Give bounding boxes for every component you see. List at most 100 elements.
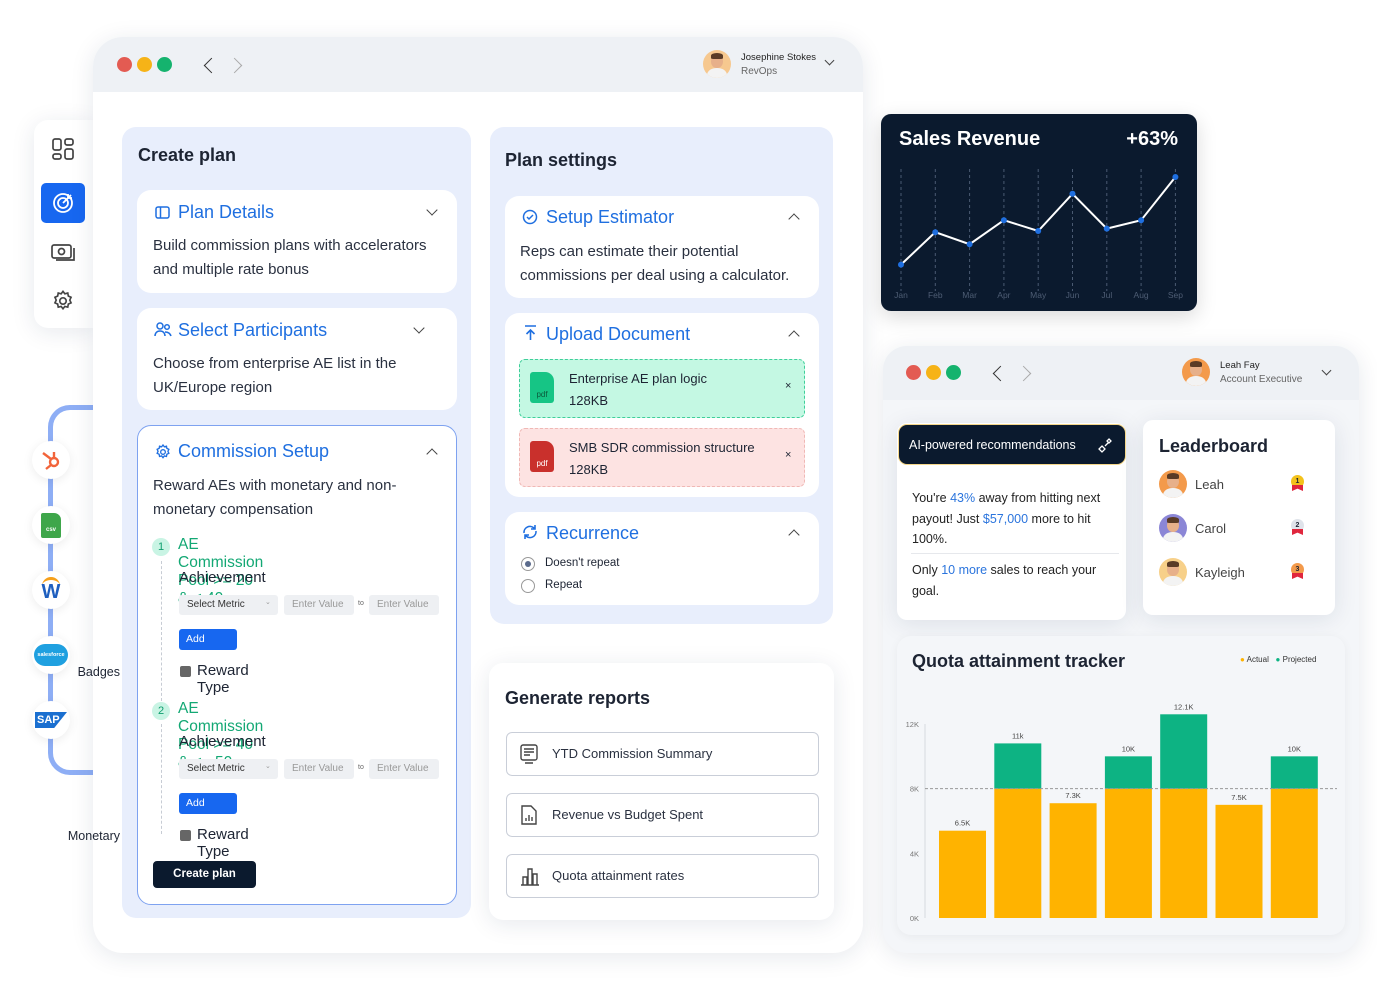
file-name: Enterprise AE plan logic: [569, 371, 708, 386]
file-item[interactable]: pdf Enterprise AE plan logic 128KB ×: [519, 359, 805, 418]
plan-details-card[interactable]: Plan Details Build commission plans with…: [137, 190, 457, 293]
to-label: to: [358, 600, 364, 607]
file-item[interactable]: pdf SMB SDR commission structure 128KB ×: [519, 428, 805, 487]
remove-file-icon[interactable]: ×: [785, 449, 791, 461]
data-label: 11k: [1012, 731, 1024, 740]
avatar[interactable]: [703, 50, 731, 78]
bar-projected: [994, 743, 1042, 789]
sales-revenue-chart: Jan Feb Mar Apr May Jun Jul Aug Sep: [894, 169, 1183, 300]
radio-doesnt-repeat[interactable]: [521, 557, 535, 571]
medal-icon: 1: [1291, 475, 1304, 488]
report-revenue-budget[interactable]: Revenue vs Budget Spent: [506, 793, 819, 837]
file-size: 128KB: [569, 393, 609, 408]
achievement-label: Achievement: [179, 569, 266, 586]
bar-actual: [1104, 788, 1152, 918]
leader-name: Kayleigh: [1195, 565, 1245, 580]
close-dot[interactable]: [906, 365, 921, 380]
report-quota-rates[interactable]: Quota attainment rates: [506, 854, 819, 898]
data-point: [966, 241, 973, 248]
data-point: [932, 229, 939, 236]
select-metric-dropdown[interactable]: Select Metric: [179, 759, 278, 779]
report-ytd-commission[interactable]: YTD Commission Summary: [506, 732, 819, 776]
csv-icon: csv: [32, 506, 70, 544]
commission-setup-desc: Reward AEs with monetary and non-monetar…: [153, 477, 397, 518]
radio-repeat[interactable]: [521, 579, 535, 593]
file-name: SMB SDR commission structure: [569, 440, 755, 455]
avatar: [1159, 558, 1187, 586]
remove-file-icon[interactable]: ×: [785, 380, 791, 392]
select-participants-title: Select Participants: [178, 320, 328, 340]
quota-tracker-card: Quota attainment tracker ● Actual ● Proj…: [897, 636, 1345, 935]
add-condition-button[interactable]: Add Condition: [179, 793, 238, 830]
salesforce-icon: salesforce: [32, 636, 70, 674]
gear-icon[interactable]: [52, 290, 74, 317]
minimize-dot[interactable]: [926, 365, 941, 380]
chevron-down-icon: ⌄: [265, 763, 271, 770]
collapse-chevron[interactable]: [788, 529, 800, 541]
add-condition-button[interactable]: Add Condition: [179, 629, 238, 666]
gift-icon: [180, 666, 191, 677]
maximize-dot[interactable]: [946, 365, 961, 380]
dashboard-icon[interactable]: [52, 138, 74, 165]
file-size: 128KB: [569, 462, 609, 477]
to-label: to: [358, 764, 364, 771]
x-tick-label: May: [1030, 290, 1047, 300]
x-tick-label: Jun: [1066, 290, 1080, 300]
divider: [911, 553, 1119, 554]
setup-estimator-title: Setup Estimator: [546, 207, 675, 227]
money-icon[interactable]: [51, 243, 75, 268]
minimize-dot[interactable]: [137, 57, 152, 72]
data-label: 6.5K: [955, 819, 970, 828]
workday-icon: W: [32, 571, 70, 609]
select-metric-dropdown[interactable]: Select Metric: [179, 595, 278, 615]
ai-message-1: You're 43% away from hitting next payout…: [912, 491, 1101, 546]
data-label: 7.3K: [1065, 791, 1080, 800]
sap-icon: SAP: [32, 701, 70, 739]
close-dot[interactable]: [117, 57, 132, 72]
value-to-input[interactable]: Enter Value: [369, 595, 439, 615]
x-tick-label: Apr: [997, 290, 1010, 300]
target-icon[interactable]: [41, 183, 85, 223]
bar-actual: [1160, 788, 1208, 918]
expand-chevron[interactable]: [426, 204, 438, 216]
bar-projected: [1104, 756, 1152, 789]
collapse-chevron[interactable]: [788, 330, 800, 342]
bar-actual: [1215, 804, 1263, 918]
plan-settings-title: Plan settings: [505, 150, 618, 170]
recurrence-title: Recurrence: [546, 523, 640, 543]
leaderboard-card: Leaderboard Leah 1 Carol 2 Kayleigh 3: [1143, 420, 1335, 615]
document-icon: [520, 744, 538, 764]
maximize-dot[interactable]: [157, 57, 172, 72]
hubspot-icon: [32, 441, 70, 479]
y-tick-label: 0K: [910, 914, 919, 923]
sidebar: [34, 120, 94, 328]
bar-actual: [1270, 788, 1318, 918]
create-plan-button[interactable]: Create plan: [153, 861, 256, 888]
value-from-input[interactable]: Enter Value: [284, 595, 354, 615]
revenue-line: [900, 176, 1177, 266]
y-tick-label: 12K: [906, 720, 919, 729]
columns-icon: [155, 206, 170, 219]
generate-reports-title: Generate reports: [505, 688, 651, 708]
data-point: [1069, 190, 1076, 197]
data-point: [1138, 217, 1145, 224]
expand-chevron[interactable]: [413, 322, 425, 334]
data-label: 10K: [1288, 744, 1301, 753]
collapse-chevron[interactable]: [426, 448, 438, 460]
data-label: 7.5K: [1231, 793, 1246, 802]
leader-name: Carol: [1195, 521, 1227, 536]
bar-projected: [1160, 714, 1208, 789]
bar-actual: [994, 788, 1042, 918]
value-from-input[interactable]: Enter Value: [284, 759, 354, 779]
select-participants-desc: Choose from enterprise AE list in the UK…: [153, 355, 397, 396]
setup-estimator-desc: Reps can estimate their potential commis…: [520, 243, 790, 284]
select-participants-card[interactable]: Select Participants Choose from enterpri…: [137, 308, 457, 410]
avatar[interactable]: [1182, 358, 1210, 386]
value-to-input[interactable]: Enter Value: [369, 759, 439, 779]
users-icon: [154, 322, 172, 337]
medal-icon: 2: [1291, 519, 1304, 532]
ai-recommendations-header[interactable]: AI-powered recommendations: [898, 424, 1126, 465]
upload-document-title: Upload Document: [546, 324, 691, 344]
collapse-chevron[interactable]: [788, 213, 800, 225]
setup-estimator-card[interactable]: Setup Estimator Reps can estimate their …: [505, 196, 819, 298]
